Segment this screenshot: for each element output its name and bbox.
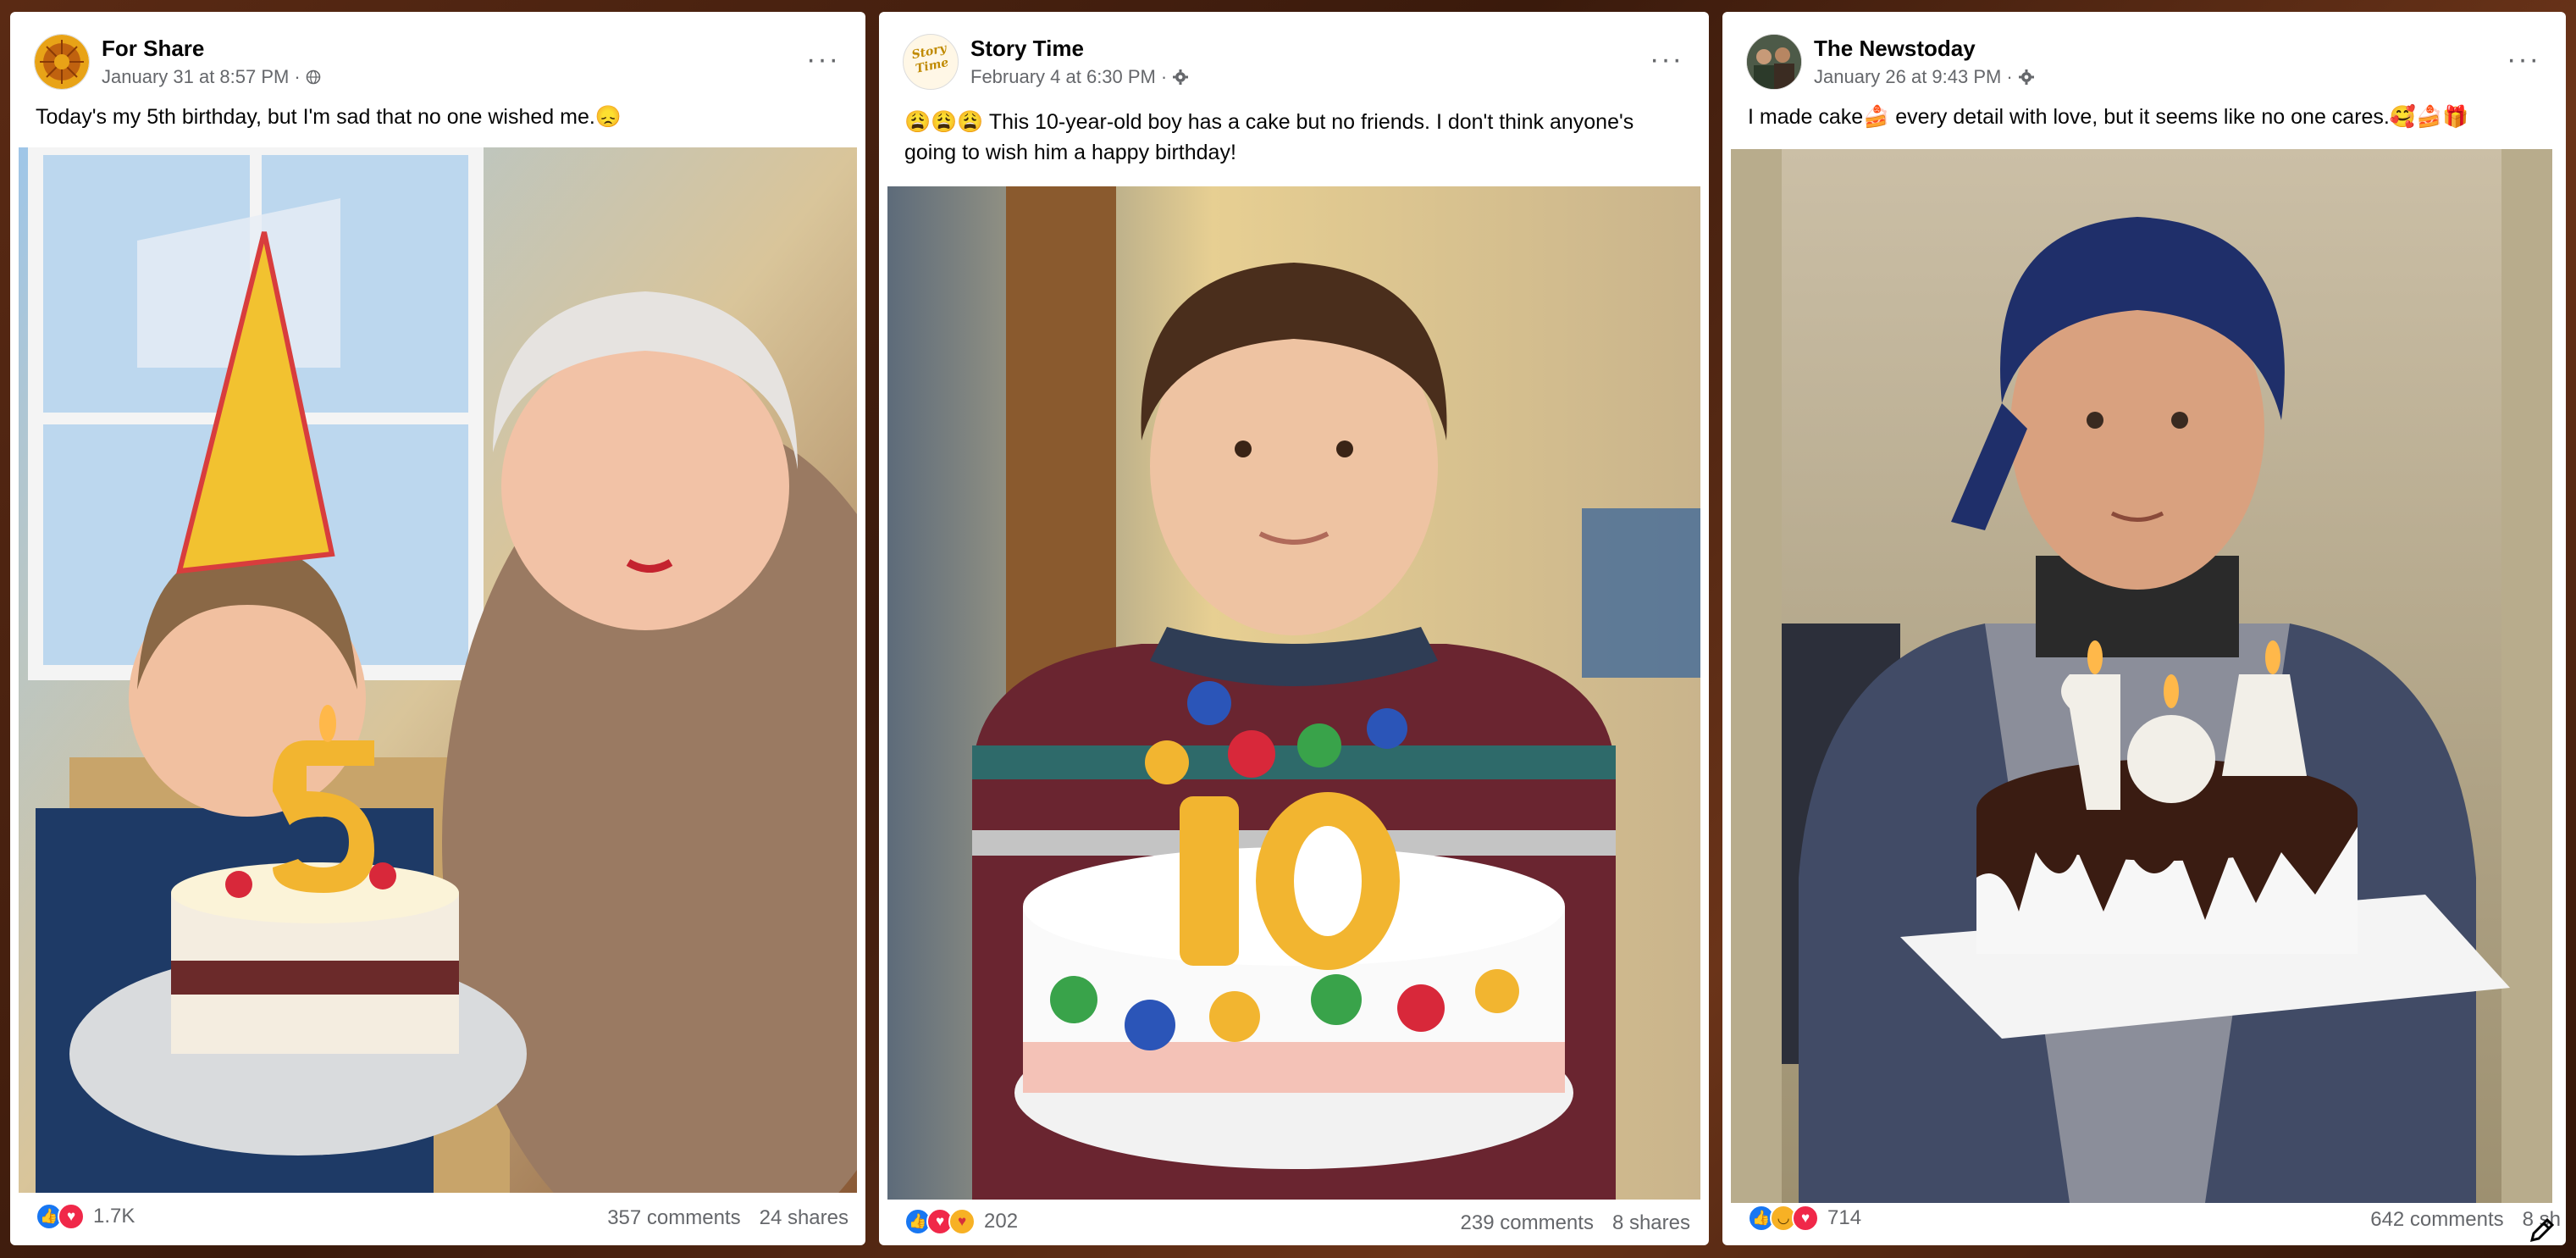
shares-count[interactable]: 24 shares <box>760 1206 849 1229</box>
separator-dot: · <box>2006 66 2013 87</box>
love-icon: ♥ <box>1792 1205 1819 1232</box>
birthday-photo-old-woman-cake <box>1731 149 2552 1203</box>
author-name[interactable]: For Share <box>102 36 204 62</box>
care-icon: ♥ <box>948 1208 976 1235</box>
more-options-button[interactable]: ··· <box>804 41 842 78</box>
timestamp[interactable]: January 26 at 9:43 PM <box>1814 66 2001 87</box>
post-photo[interactable] <box>19 147 857 1193</box>
reaction-count: 714 <box>1827 1206 1862 1229</box>
page-avatar[interactable] <box>1746 34 1802 90</box>
more-options-button[interactable]: ··· <box>2505 41 2542 78</box>
page-avatar[interactable]: Story Time <box>903 34 959 90</box>
compose-edit-icon[interactable] <box>2518 1206 2566 1254</box>
post-card: Story Time Story Time February 4 at 6:30… <box>879 12 1709 1245</box>
gear-icon <box>1172 66 1189 87</box>
timestamp[interactable]: February 4 at 6:30 PM <box>970 66 1156 87</box>
comments-count[interactable]: 642 comments <box>2370 1208 2503 1231</box>
engagement-stats: 357 comments 24 shares <box>607 1206 849 1230</box>
globe-icon <box>306 66 321 87</box>
reactions-summary[interactable]: 👍 ◡ ♥ 714 <box>1748 1205 1861 1232</box>
group-photo-avatar-icon <box>1747 35 1801 89</box>
author-name[interactable]: The Newstoday <box>1814 36 1976 62</box>
love-icon: ♥ <box>58 1203 85 1230</box>
post-card: The Newstoday January 26 at 9:43 PM · ···… <box>1722 12 2566 1245</box>
post-photo[interactable] <box>887 186 1700 1200</box>
birthday-photo-boy-cake <box>887 186 1700 1200</box>
comments-count[interactable]: 239 comments <box>1461 1211 1594 1234</box>
reaction-count: 202 <box>984 1210 1019 1233</box>
post-caption: Today's my 5th birthday, but I'm sad tha… <box>36 105 622 129</box>
sunburst-logo-icon <box>35 35 89 89</box>
reactions-summary[interactable]: 👍 ♥ 1.7K <box>36 1203 135 1230</box>
author-name[interactable]: Story Time <box>970 36 1084 62</box>
post-caption: 😩😩😩 This 10-year-old boy has a cake but … <box>904 110 1634 164</box>
post-meta: February 4 at 6:30 PM · <box>970 66 1189 88</box>
reaction-count: 1.7K <box>93 1205 135 1228</box>
separator-dot: · <box>1160 66 1168 87</box>
engagement-stats: 239 comments 8 shares <box>1461 1211 1690 1235</box>
post-meta: January 26 at 9:43 PM · <box>1814 66 2035 88</box>
comments-count[interactable]: 357 comments <box>607 1206 740 1229</box>
separator-dot: · <box>294 66 301 87</box>
post-footer: 👍 ◡ ♥ 714 642 comments 8 sh <box>1722 1188 2566 1245</box>
avatar-logo-text: Story Time <box>910 42 950 76</box>
post-meta: January 31 at 8:57 PM · <box>102 66 321 88</box>
page-avatar[interactable] <box>34 34 90 90</box>
timestamp[interactable]: January 31 at 8:57 PM <box>102 66 289 87</box>
post-card: For Share January 31 at 8:57 PM · ··· Tod… <box>10 12 865 1245</box>
reactions-summary[interactable]: 👍 ♥ ♥ 202 <box>904 1208 1018 1235</box>
more-options-button[interactable]: ··· <box>1648 41 1685 78</box>
post-footer: 👍 ♥ 1.7K 357 comments 24 shares <box>10 1188 865 1245</box>
gear-icon <box>2018 66 2035 87</box>
post-caption: I made cake🍰 every detail with love, but… <box>1748 105 2469 129</box>
shares-count[interactable]: 8 shares <box>1612 1211 1690 1234</box>
birthday-photo-girl-grandmother <box>19 147 857 1193</box>
post-footer: 👍 ♥ ♥ 202 239 comments 8 shares <box>879 1188 1709 1245</box>
post-photo[interactable] <box>1731 149 2552 1203</box>
